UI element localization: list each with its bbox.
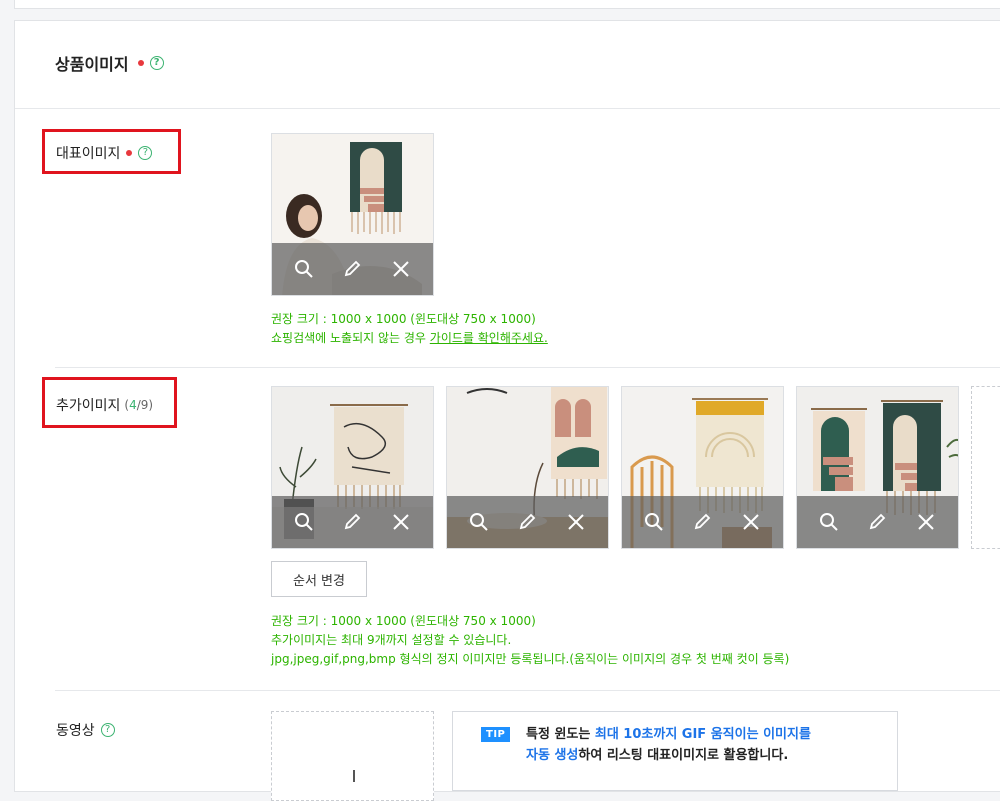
row-divider: [55, 367, 1000, 368]
previous-panel: [14, 0, 1000, 9]
thumbnail-actions: [622, 496, 783, 548]
row-divider: [55, 690, 1000, 691]
main-image-thumbnail[interactable]: [271, 133, 434, 296]
help-icon[interactable]: ?: [100, 723, 115, 737]
section-title: 상품이미지 ?: [55, 51, 164, 75]
main-image-label: 대표이미지 ?: [56, 143, 153, 163]
main-image-hint: 권장 크기 : 1000 x 1000 (윈도대상 750 x 1000) 쇼핑…: [271, 310, 548, 348]
thumbnail-actions: [447, 496, 608, 548]
zoom-icon[interactable]: [642, 510, 666, 534]
thumbnail-actions: [272, 496, 433, 548]
change-order-button[interactable]: 순서 변경: [271, 561, 367, 597]
additional-format-hint: jpg,jpeg,gif,png,bmp 형식의 정지 이미지만 등록됩니다.(…: [271, 652, 790, 666]
product-image-panel: 상품이미지 ? 대표이미지 ? 권장 크기: 1000 x 1000 (윈도대…: [14, 20, 1000, 801]
edit-icon[interactable]: [340, 257, 364, 281]
guide-link[interactable]: 가이드를 확인해주세요.: [430, 331, 548, 345]
section-header: 상품이미지 ?: [15, 21, 1000, 109]
additional-image-label-text: 추가이미지: [56, 398, 121, 414]
tip-text: 특정 윈도는 최대 10초까지 GIF 움직이는 이미지를 자동 생성하여 리스…: [526, 727, 811, 763]
additional-image-thumbnail[interactable]: [621, 386, 784, 549]
video-label: 동영상 ?: [56, 720, 115, 740]
zoom-icon[interactable]: [467, 510, 491, 534]
delete-icon[interactable]: [389, 257, 413, 281]
thumbnail-actions: [797, 496, 958, 548]
help-icon[interactable]: ?: [138, 146, 153, 160]
zoom-icon[interactable]: [817, 510, 841, 534]
delete-icon[interactable]: [564, 510, 588, 534]
video-tip-box: TIP 특정 윈도는 최대 10초까지 GIF 움직이는 이미지를 자동 생성하…: [452, 711, 898, 791]
main-image-guide-hint: 쇼핑검색에 노출되지 않는 경우 가이드를 확인해주세요.: [271, 329, 548, 348]
additional-max-hint: 추가이미지는 최대 9개까지 설정할 수 있습니다.: [271, 633, 512, 647]
required-dot: [137, 60, 144, 66]
add-video-slot[interactable]: [271, 711, 434, 801]
main-image-size-hint: 권장 크기 : 1000 x 1000 (윈도대상 750 x 1000): [271, 312, 536, 326]
add-image-slot[interactable]: [971, 386, 1000, 549]
zoom-icon[interactable]: [292, 510, 316, 534]
zoom-icon[interactable]: [292, 257, 316, 281]
delete-icon[interactable]: [914, 510, 938, 534]
help-icon[interactable]: ?: [149, 56, 164, 70]
delete-icon[interactable]: [739, 510, 763, 534]
additional-image-label: 추가이미지 (4/9): [56, 395, 153, 415]
edit-icon[interactable]: [865, 510, 889, 534]
image-count-current: 4: [129, 398, 137, 412]
video-label-text: 동영상: [56, 723, 95, 739]
edit-icon[interactable]: [690, 510, 714, 534]
main-image-guide-prefix: 쇼핑검색에 노출되지 않는 경우: [271, 331, 430, 345]
required-dot: [126, 150, 133, 156]
additional-image-thumbnail[interactable]: [271, 386, 434, 549]
additional-image-hint: 권장 크기 : 1000 x 1000 (윈도대상 750 x 1000) 추가…: [271, 612, 789, 669]
additional-size-hint: 권장 크기 : 1000 x 1000 (윈도대상 750 x 1000): [271, 614, 536, 628]
delete-icon[interactable]: [389, 510, 413, 534]
section-title-text: 상품이미지: [55, 55, 129, 74]
additional-image-thumbnail[interactable]: [796, 386, 959, 549]
image-count: (4/9): [124, 398, 154, 412]
plus-icon: [353, 770, 355, 782]
edit-icon[interactable]: [515, 510, 539, 534]
thumbnail-actions: [272, 243, 433, 295]
additional-image-thumbnail[interactable]: [446, 386, 609, 549]
main-image-label-text: 대표이미지: [56, 146, 121, 162]
tip-badge: TIP: [481, 727, 511, 742]
edit-icon[interactable]: [340, 510, 364, 534]
